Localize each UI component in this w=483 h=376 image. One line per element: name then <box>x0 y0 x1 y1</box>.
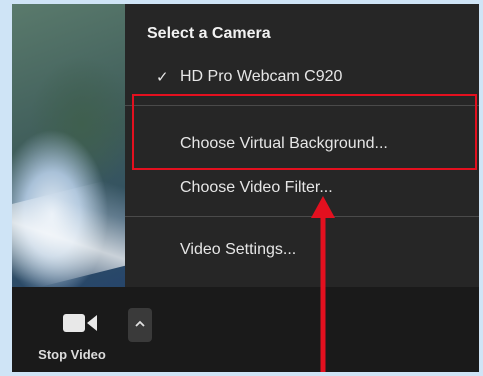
menu-item-label: Choose Virtual Background... <box>180 135 388 152</box>
stop-video-label: Stop Video <box>38 347 106 362</box>
menu-item-video-settings[interactable]: Video Settings... <box>125 234 479 268</box>
zoom-window: Select a Camera ✓ HD Pro Webcam C920 Cho… <box>12 4 479 372</box>
menu-divider <box>125 105 479 106</box>
menu-header-select-camera: Select a Camera <box>147 25 271 42</box>
meeting-toolbar: Stop Video <box>12 287 479 372</box>
checkmark-icon: ✓ <box>156 69 169 86</box>
stop-video-button[interactable]: Stop Video <box>12 287 122 372</box>
video-options-button[interactable] <box>128 308 152 342</box>
video-camera-icon <box>63 314 97 332</box>
menu-divider <box>125 216 479 217</box>
menu-item-choose-video-filter[interactable]: Choose Video Filter... <box>125 172 479 206</box>
menu-item-label: Choose Video Filter... <box>180 179 333 196</box>
menu-item-choose-virtual-background[interactable]: Choose Virtual Background... <box>125 128 479 162</box>
screenshot-frame: Select a Camera ✓ HD Pro Webcam C920 Cho… <box>0 0 483 376</box>
chevron-up-icon <box>135 320 145 327</box>
menu-item-label: HD Pro Webcam C920 <box>180 68 343 85</box>
video-preview-highlight <box>12 174 132 294</box>
menu-item-hd-pro-webcam[interactable]: ✓ HD Pro Webcam C920 <box>125 61 479 95</box>
camera-menu: Select a Camera ✓ HD Pro Webcam C920 Cho… <box>125 4 479 287</box>
menu-item-label: Video Settings... <box>180 241 297 258</box>
